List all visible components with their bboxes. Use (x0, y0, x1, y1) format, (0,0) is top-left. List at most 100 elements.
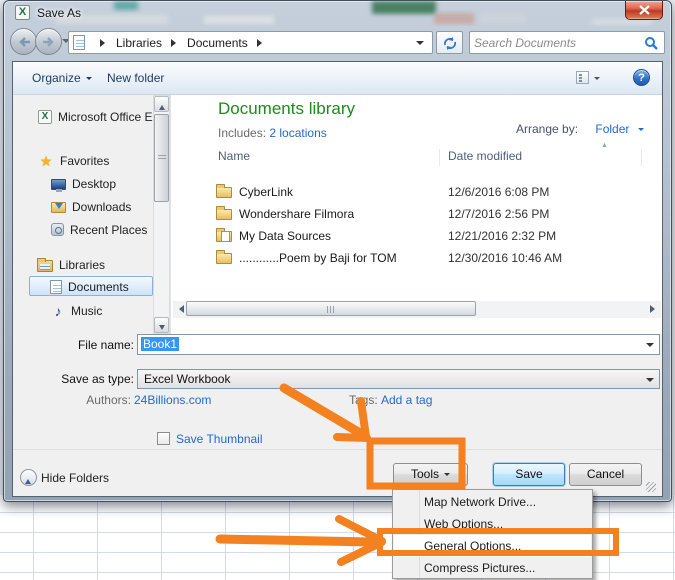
save-thumbnail-label: Save Thumbnail (176, 432, 263, 446)
file-row-wondershare-filmora[interactable]: Wondershare Filmora 12/7/2016 2:56 PM (171, 203, 663, 225)
scroll-up-button[interactable] (154, 96, 169, 112)
menu-item-general-options[interactable]: General Options... (394, 535, 591, 557)
arrange-by-value[interactable]: Folder (595, 122, 629, 136)
arrange-by: Arrange by: Folder (516, 122, 644, 136)
sidebar-item-desktop[interactable]: Desktop (13, 173, 153, 193)
column-header-row: Name Date modified (171, 147, 663, 167)
file-date: 12/30/2016 10:46 AM (448, 251, 563, 265)
hide-folders-button[interactable] (20, 469, 37, 486)
sidebar-item-label: Libraries (59, 257, 106, 272)
breadcrumb-separator-icon (256, 38, 266, 47)
file-name-label: File name: (77, 338, 134, 352)
sidebar-item-favorites[interactable]: ★ Favorites (13, 150, 153, 170)
library-title: Documents library (218, 99, 355, 118)
file-row-cyberlink[interactable]: CyberLink 12/6/2016 6:08 PM (171, 181, 663, 203)
sidebar-item-libraries[interactable]: Libraries (13, 254, 153, 274)
file-name: Wondershare Filmora (239, 207, 355, 221)
chevron-down-icon (85, 77, 92, 83)
save-thumbnail-checkbox[interactable] (157, 432, 170, 445)
ribbon-blur-decoration (204, 16, 274, 24)
explorer-area: X Microsoft Office Ex ★ Favorites Desktop … (13, 95, 662, 334)
change-view-button[interactable] (576, 71, 606, 85)
sidebar-item-label: Favorites (60, 153, 110, 168)
add-a-tag-link[interactable]: Add a tag (381, 393, 432, 407)
scroll-left-icon[interactable] (175, 305, 184, 313)
save-as-type-combobox[interactable]: Excel Workbook (137, 369, 660, 389)
close-button[interactable] (625, 1, 663, 20)
close-icon (639, 5, 650, 15)
sidebar-item-documents[interactable]: Documents (29, 276, 153, 296)
search-box[interactable] (469, 31, 665, 54)
sidebar-item-recent-places[interactable]: Recent Places (13, 219, 153, 239)
new-folder-button[interactable]: New folder (107, 71, 164, 85)
sidebar-item-label: Music (71, 303, 103, 318)
sidebar-item-downloads[interactable]: Downloads (13, 196, 153, 216)
sort-ascending-icon[interactable]: ▲ (601, 142, 608, 149)
breadcrumb-separator-icon (100, 38, 109, 47)
breadcrumb-item-libraries[interactable]: Libraries (116, 36, 162, 50)
sidebar-item-music[interactable]: ♪ Music (13, 300, 153, 320)
breadcrumb-dropdown-icon[interactable] (416, 41, 424, 49)
organize-menu-button[interactable]: Organize (32, 71, 92, 85)
scroll-down-button[interactable] (154, 317, 169, 333)
folder-icon (216, 250, 232, 264)
chevron-down-icon (594, 77, 600, 83)
ribbon-blur-decoration (114, 1, 138, 10)
file-name-combobox[interactable]: Book1 (137, 334, 660, 355)
search-input[interactable] (472, 34, 640, 51)
sidebar-scrollbar[interactable] (153, 95, 170, 334)
menu-item-web-options[interactable]: Web Options... (394, 513, 591, 535)
resize-grip[interactable] (646, 482, 656, 492)
column-divider[interactable] (641, 149, 642, 166)
sidebar-item-microsoft-office-excel[interactable]: X Microsoft Office Ex (13, 106, 153, 126)
navigation-pane: X Microsoft Office Ex ★ Favorites Desktop … (13, 95, 153, 334)
help-button[interactable]: ? (633, 69, 650, 86)
save-as-type-value: Excel Workbook (144, 372, 231, 386)
locations-link[interactable]: 2 locations (269, 126, 326, 140)
breadcrumb[interactable]: Libraries Documents (68, 31, 433, 54)
back-arrow-icon (19, 37, 30, 47)
star-icon: ★ (39, 152, 53, 169)
column-divider[interactable] (439, 149, 440, 166)
folder-icon (216, 184, 232, 198)
file-list-pane: Documents library Includes: 2 locations … (170, 95, 662, 334)
column-header-name[interactable]: Name (218, 149, 250, 163)
sidebar-item-label: Desktop (72, 176, 117, 191)
forward-arrow-icon (43, 37, 54, 47)
excel-icon: X (38, 109, 52, 124)
tools-dropdown-menu: Map Network Drive... Web Options... Gene… (392, 489, 593, 579)
title-bar[interactable]: X Save As (4, 1, 671, 26)
tools-label: Tools (410, 467, 439, 481)
file-row-my-data-sources[interactable]: My Data Sources 12/21/2016 2:32 PM (171, 225, 663, 247)
refresh-button[interactable] (436, 31, 463, 54)
ribbon-blur-decoration (372, 1, 436, 14)
scroll-right-icon[interactable] (650, 305, 659, 313)
scrollbar-thumb[interactable] (186, 301, 476, 316)
authors-value-link[interactable]: 24Billions.com (134, 393, 211, 407)
menu-item-compress-pictures[interactable]: Compress Pictures... (394, 557, 591, 579)
refresh-icon (444, 37, 456, 50)
chevron-up-icon (25, 476, 31, 484)
sidebar-item-label: Recent Places (70, 222, 148, 237)
scrollbar-thumb[interactable] (154, 114, 169, 202)
column-header-date-modified[interactable]: Date modified (448, 149, 522, 163)
file-row-poem[interactable]: ............Poem by Baji for TOM 12/30/2… (171, 247, 663, 269)
file-name-value[interactable]: Book1 (141, 337, 180, 351)
chevron-down-icon[interactable] (646, 343, 654, 351)
tools-button[interactable]: Tools (393, 463, 468, 486)
forward-button[interactable] (35, 28, 62, 55)
chevron-down-icon[interactable] (646, 378, 654, 386)
music-note-icon: ♪ (54, 302, 62, 319)
hide-folders-label[interactable]: Hide Folders (41, 471, 109, 485)
excel-app-icon: X (15, 5, 30, 20)
libraries-icon (37, 257, 53, 272)
save-button[interactable]: Save (493, 463, 565, 486)
menu-item-map-network-drive[interactable]: Map Network Drive... (394, 491, 591, 513)
recent-places-icon (51, 223, 64, 237)
breadcrumb-item-documents[interactable]: Documents (187, 36, 248, 50)
horizontal-scrollbar[interactable] (173, 301, 661, 318)
cancel-button[interactable]: Cancel (569, 463, 642, 486)
back-button[interactable] (10, 28, 37, 55)
search-icon (645, 37, 658, 50)
document-icon (50, 279, 62, 294)
